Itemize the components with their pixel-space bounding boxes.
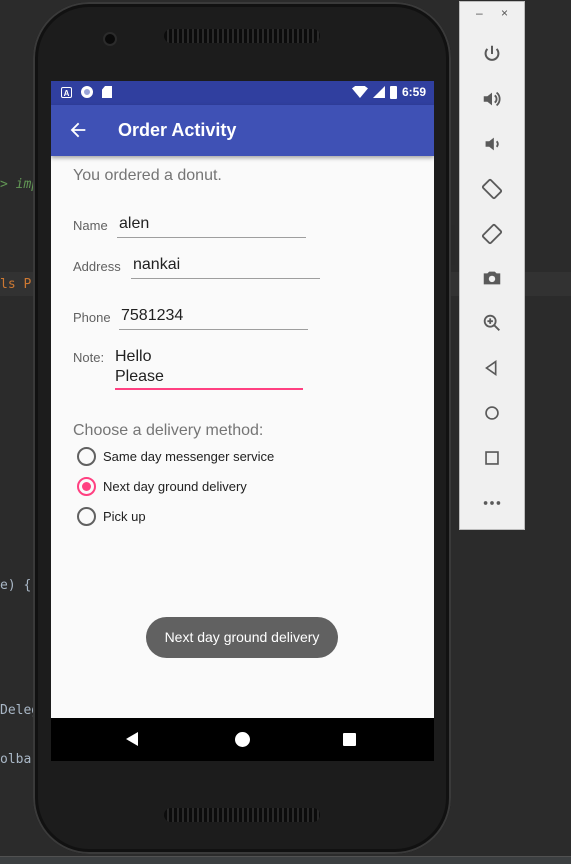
overview-icon[interactable]	[480, 446, 504, 470]
close-button[interactable]: ×	[501, 6, 508, 20]
address-field-underline	[131, 278, 320, 279]
more-icon[interactable]	[480, 491, 504, 515]
note-field-underline	[115, 388, 303, 390]
radio-label: Pick up	[103, 509, 146, 524]
radio-label: Same day messenger service	[103, 449, 275, 464]
phone-screen: A 6:59 Order Activity You ordered a donu…	[51, 81, 434, 761]
delivery-heading: Choose a delivery method:	[73, 422, 264, 439]
address-field[interactable]: nankai	[133, 256, 180, 274]
panel-titlebar: – ×	[460, 2, 524, 28]
device-side-button	[451, 340, 455, 430]
sd-card-icon	[102, 86, 112, 98]
name-field-underline	[117, 237, 306, 238]
device-side-button	[451, 225, 455, 265]
ide-code-line: e) {	[0, 578, 32, 593]
emulator-control-panel: – ×	[459, 1, 525, 530]
delivery-option-same-day[interactable]: Same day messenger service	[77, 447, 274, 466]
nav-recents-icon[interactable]	[343, 733, 356, 746]
radio-button-unchecked[interactable]	[77, 507, 96, 526]
radio-button-unchecked[interactable]	[77, 447, 96, 466]
home-icon[interactable]	[480, 401, 504, 425]
delivery-option-pick-up[interactable]: Pick up	[77, 507, 146, 526]
minimize-button[interactable]: –	[476, 6, 483, 20]
phone-field-underline	[119, 329, 308, 330]
address-label: Address	[73, 259, 121, 274]
camera-icon[interactable]	[480, 266, 504, 290]
navigation-bar	[51, 718, 434, 761]
top-speaker	[164, 29, 320, 43]
note-label: Note:	[73, 350, 105, 365]
note-line: Please	[115, 368, 164, 385]
toolbar-title: Order Activity	[118, 120, 237, 140]
phone-label: Phone	[73, 310, 111, 325]
wifi-icon	[351, 86, 368, 98]
status-bar: A 6:59	[51, 81, 434, 105]
status-time: 6:59	[401, 85, 426, 99]
back-arrow-icon[interactable]	[67, 119, 89, 141]
name-label: Name	[73, 218, 108, 233]
app-toolbar: Order Activity	[51, 105, 434, 156]
zoom-icon[interactable]	[480, 311, 504, 335]
order-summary-text: You ordered a donut.	[73, 167, 222, 184]
back-icon[interactable]	[480, 356, 504, 380]
toast-message: Next day ground delivery	[146, 617, 338, 658]
battery-icon	[389, 85, 397, 99]
nav-home-icon[interactable]	[235, 732, 250, 747]
power-icon[interactable]	[480, 42, 504, 66]
radio-label: Next day ground delivery	[103, 479, 247, 494]
bottom-speaker	[164, 808, 320, 822]
delivery-option-next-day[interactable]: Next day ground delivery	[77, 477, 247, 496]
notification-a-icon: A	[61, 86, 72, 98]
rotate-right-icon[interactable]	[480, 222, 504, 246]
nav-back-icon[interactable]	[126, 732, 138, 746]
phone-field[interactable]: 7581234	[121, 307, 183, 325]
notification-circle-icon	[81, 86, 93, 98]
ide-code-line: olba	[0, 752, 32, 767]
volume-up-icon[interactable]	[480, 87, 504, 111]
radio-button-checked[interactable]	[77, 477, 96, 496]
signal-icon	[372, 86, 385, 98]
front-camera	[105, 34, 115, 44]
note-line: Hello	[115, 348, 152, 365]
name-field[interactable]: alen	[119, 215, 149, 233]
rotate-left-icon[interactable]	[480, 177, 504, 201]
volume-down-icon[interactable]	[480, 132, 504, 156]
